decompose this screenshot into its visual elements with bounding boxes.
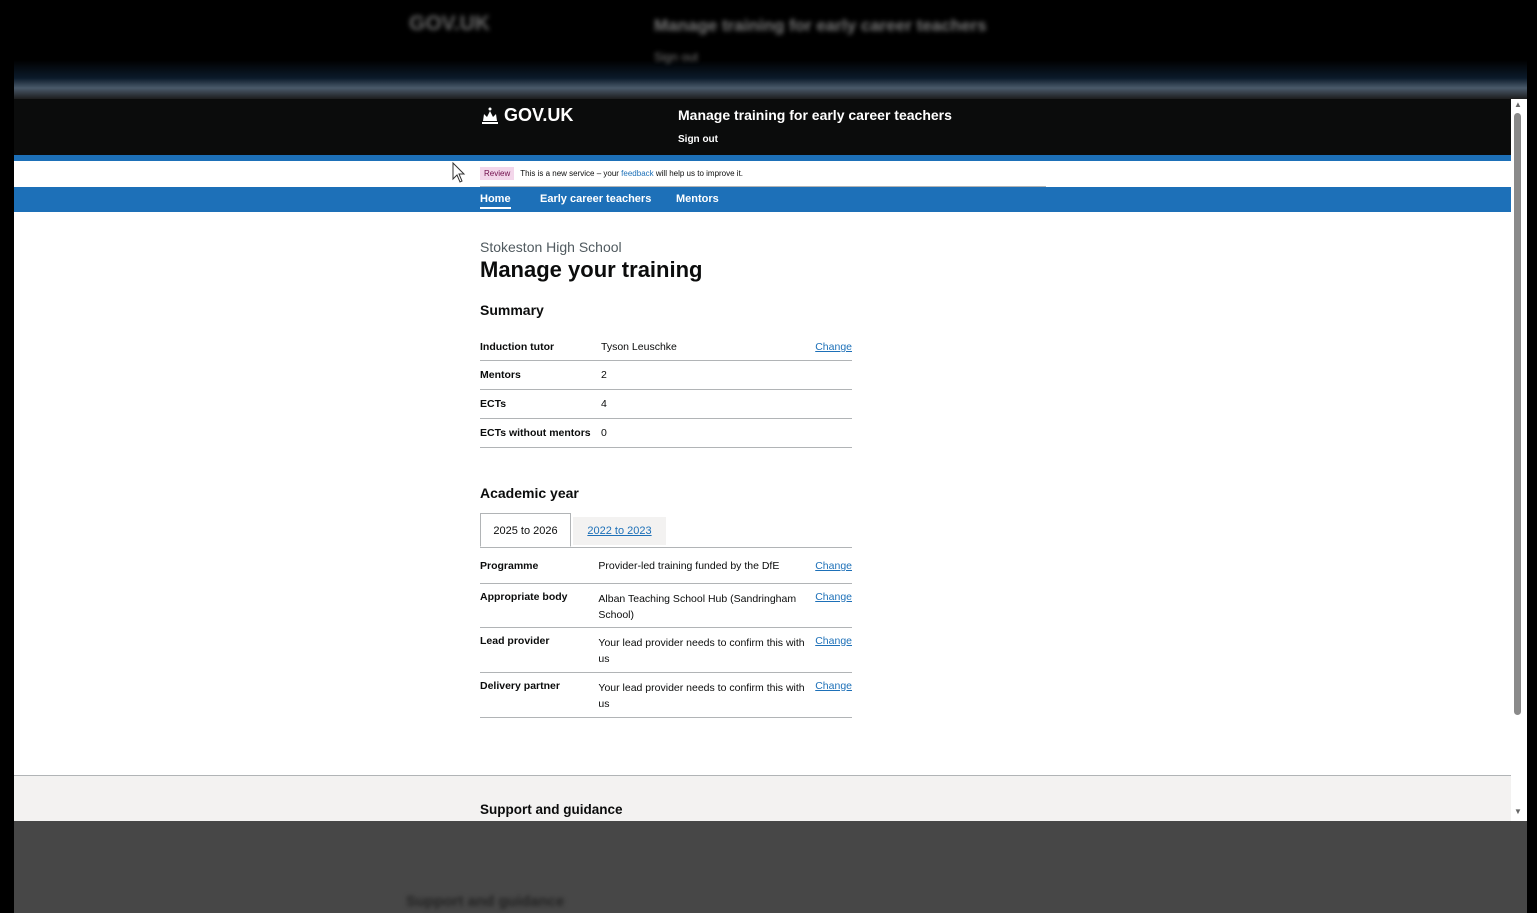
support-footer: Support and guidance xyxy=(14,775,1514,821)
change-appropriate-body-link[interactable]: Change xyxy=(815,591,852,603)
scroll-down-icon[interactable]: ▼ xyxy=(1514,807,1522,816)
phase-text-after: will help us to improve it. xyxy=(655,169,744,178)
academic-year-summary: Programme Provider-led training funded b… xyxy=(480,549,852,718)
academic-year-heading: Academic year xyxy=(480,485,579,501)
summary-row: ECTs 4 xyxy=(480,389,852,419)
screen-edge-left xyxy=(0,0,14,913)
change-delivery-partner-link[interactable]: Change xyxy=(815,680,852,692)
summary-value: 4 xyxy=(601,389,814,419)
nav-item-early-career-teachers[interactable]: Early career teachers xyxy=(540,193,651,205)
summary-list: Induction tutor Tyson Leuschke Change Me… xyxy=(480,331,852,448)
blurred-support-text: Support and guidance xyxy=(406,893,565,910)
summary-row: Mentors 2 xyxy=(480,360,852,390)
page-title: Manage your training xyxy=(480,257,703,282)
summary-value: Alban Teaching School Hub (Sandringham S… xyxy=(598,583,816,628)
mouse-pointer-icon xyxy=(452,162,466,183)
govuk-home-link[interactable]: GOV.UK xyxy=(480,105,573,126)
nav-item-mentors[interactable]: Mentors xyxy=(676,193,719,205)
govuk-logo-text: GOV.UK xyxy=(504,105,574,125)
phase-text-before: This is a new service – your xyxy=(520,169,619,178)
school-caption: Stokeston High School xyxy=(480,239,622,255)
summary-value: Provider-led training funded by the DfE xyxy=(598,549,816,584)
service-name-link[interactable]: Manage training for early career teacher… xyxy=(678,107,952,123)
phase-tag: Review xyxy=(480,167,515,180)
summary-row: ECTs without mentors 0 xyxy=(480,418,852,448)
blurred-logo: GOV.UK xyxy=(409,12,490,35)
summary-row: Induction tutor Tyson Leuschke Change xyxy=(480,331,852,361)
signout-link[interactable]: Sign out xyxy=(678,134,718,145)
summary-key: ECTs without mentors xyxy=(480,418,601,448)
scrollbar-thumb[interactable] xyxy=(1514,113,1521,715)
summary-key: Programme xyxy=(480,549,599,584)
phase-banner: Review This is a new service – your feed… xyxy=(480,161,1046,187)
support-heading: Support and guidance xyxy=(480,802,623,817)
site-header: GOV.UK Manage training for early career … xyxy=(14,99,1514,155)
summary-row: Programme Provider-led training funded b… xyxy=(480,549,852,584)
academic-year-tabs: 2025 to 2026 2022 to 2023 xyxy=(480,513,852,548)
summary-value: Tyson Leuschke xyxy=(601,331,814,361)
change-lead-provider-link[interactable]: Change xyxy=(815,635,852,647)
summary-key: Delivery partner xyxy=(480,672,599,718)
blurred-header-reflection: GOV.UK Manage training for early career … xyxy=(14,0,1527,99)
blurred-signout: Sign out xyxy=(654,50,699,64)
summary-key: Mentors xyxy=(480,360,601,390)
tab-2022-to-2023[interactable]: 2022 to 2023 xyxy=(573,517,666,545)
blurred-title: Manage training for early career teacher… xyxy=(654,16,987,35)
screen-edge-right xyxy=(1527,0,1537,913)
change-programme-link[interactable]: Change xyxy=(815,560,852,572)
feedback-link[interactable]: feedback xyxy=(621,169,653,178)
summary-value: Your lead provider needs to confirm this… xyxy=(598,627,816,673)
summary-value: 0 xyxy=(601,418,814,448)
crown-icon xyxy=(482,107,498,124)
change-induction-tutor-link[interactable]: Change xyxy=(815,341,852,353)
summary-value: Your lead provider needs to confirm this… xyxy=(598,672,816,718)
summary-row: Delivery partner Your lead provider need… xyxy=(480,672,852,718)
summary-row: Appropriate body Alban Teaching School H… xyxy=(480,583,852,628)
summary-key: ECTs xyxy=(480,389,601,419)
summary-key: Appropriate body xyxy=(480,583,599,628)
nav-item-home[interactable]: Home xyxy=(480,193,511,209)
summary-value: 2 xyxy=(601,360,814,390)
tab-2025-to-2026[interactable]: 2025 to 2026 xyxy=(480,513,571,547)
summary-heading: Summary xyxy=(480,302,544,318)
summary-row: Lead provider Your lead provider needs t… xyxy=(480,627,852,673)
summary-key: Induction tutor xyxy=(480,331,601,361)
vertical-scrollbar[interactable]: ▲ ▼ xyxy=(1511,99,1524,821)
browser-viewport: GOV.UK Manage training for early career … xyxy=(14,99,1514,821)
summary-key: Lead provider xyxy=(480,627,599,673)
blurred-footer-reflection: Support and guidance xyxy=(14,821,1527,913)
primary-navigation: Home Early career teachers Mentors xyxy=(14,187,1514,212)
scroll-up-icon[interactable]: ▲ xyxy=(1514,100,1522,109)
